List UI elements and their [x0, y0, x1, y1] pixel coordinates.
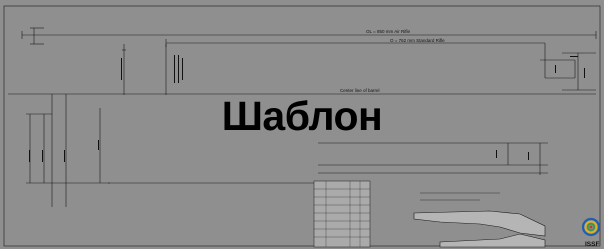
ol-air-rifle-label: OL = 850 mm Air Rifle — [366, 29, 410, 34]
ol-standard-rifle-label: O = 762 mm Standard Rifle — [390, 38, 445, 43]
rifle-sketch — [413, 210, 546, 248]
issf-logo: ISSF — [581, 217, 601, 248]
watermark-text: Шаблон — [221, 93, 383, 139]
issf-logo-text: ISSF — [585, 241, 599, 248]
specification-table — [313, 180, 371, 248]
